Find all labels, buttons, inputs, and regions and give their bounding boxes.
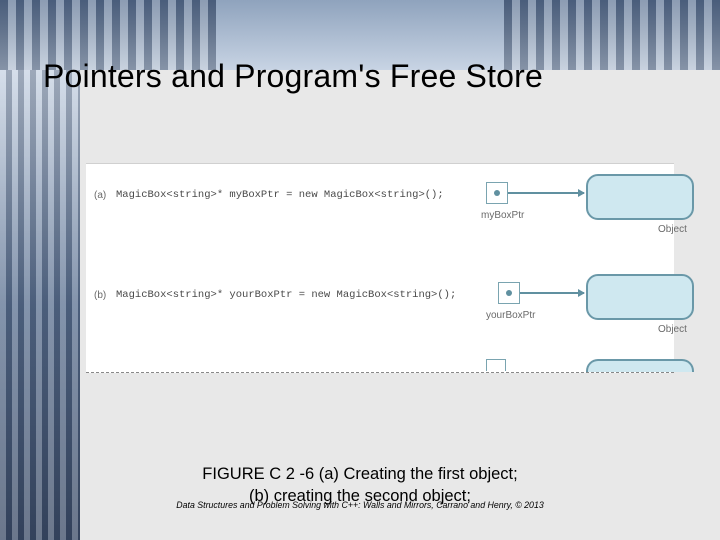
partial-pointer-box (486, 359, 506, 371)
pointer-dot-icon (494, 190, 500, 196)
pointer-dot-icon (506, 290, 512, 296)
figure-row-b: (b) MagicBox<string>* yourBoxPtr = new M… (86, 272, 674, 362)
arrow-b (520, 292, 584, 294)
row-a-code: MagicBox<string>* myBoxPtr = new MagicBo… (116, 189, 444, 201)
figure-row-a: (a) MagicBox<string>* myBoxPtr = new Mag… (86, 172, 674, 262)
row-b-marker: (b) (94, 290, 106, 301)
object-label-a: Object (658, 224, 687, 235)
figure-area: (a) MagicBox<string>* myBoxPtr = new Mag… (86, 163, 674, 373)
partial-object-box (586, 359, 694, 372)
caption-line-1: FIGURE C 2 -6 (a) Creating the first obj… (202, 465, 517, 483)
arrow-a (508, 192, 584, 194)
row-b-code: MagicBox<string>* yourBoxPtr = new Magic… (116, 289, 456, 301)
slide-container: Pointers and Program's Free Store (a) Ma… (18, 18, 702, 522)
object-box-a (586, 174, 694, 220)
slide-title: Pointers and Program's Free Store (43, 58, 543, 95)
row-a-marker: (a) (94, 190, 106, 201)
pointer-box-a (486, 182, 508, 204)
pointer-label-b: yourBoxPtr (486, 310, 535, 321)
object-box-b (586, 274, 694, 320)
pointer-label-a: myBoxPtr (481, 210, 524, 221)
object-label-b: Object (658, 324, 687, 335)
attribution-text: Data Structures and Problem Solving with… (18, 500, 702, 510)
pointer-box-b (498, 282, 520, 304)
